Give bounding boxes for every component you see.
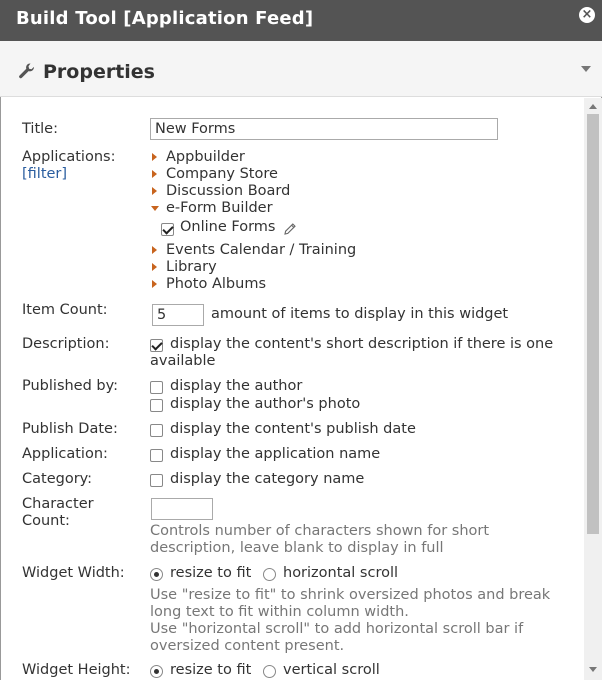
app-tree-item[interactable]: e-Form Builder	[166, 200, 273, 217]
char-count-input[interactable]	[151, 498, 213, 520]
char-count-label-wrap: Count:	[22, 513, 70, 529]
panel-title: Properties	[43, 61, 155, 83]
height-scroll-radio[interactable]	[263, 665, 276, 678]
height-resize-radio[interactable]	[150, 665, 163, 678]
properties-form: Title: New Forms Applications: [filter] …	[0, 98, 584, 680]
application-label: Application:	[22, 446, 108, 462]
author-checkbox[interactable]	[150, 381, 163, 394]
expand-arrow-icon[interactable]	[152, 170, 157, 178]
app-tree-item[interactable]: Library	[166, 259, 217, 276]
collapse-arrow-icon[interactable]	[151, 206, 159, 211]
filter-link[interactable]: [filter]	[22, 166, 67, 183]
category-label: Category:	[22, 471, 93, 487]
online-forms-checkbox[interactable]	[161, 223, 174, 236]
scroll-up-icon[interactable]	[589, 104, 597, 109]
expand-arrow-icon[interactable]	[152, 153, 157, 161]
publish-date-option: display the content's publish date	[170, 421, 416, 437]
description-label: Description:	[22, 336, 110, 352]
properties-header[interactable]: Properties	[0, 41, 602, 97]
wrench-icon	[19, 63, 34, 79]
window-title: Build Tool [Application Feed]	[16, 8, 314, 29]
char-count-help: Controls number of characters shown for …	[150, 523, 490, 539]
expand-arrow-icon[interactable]	[152, 280, 157, 288]
app-tree-item[interactable]: Discussion Board	[166, 183, 290, 200]
item-count-input[interactable]: 5	[152, 304, 204, 326]
description-option: display the content's short description …	[170, 336, 554, 352]
published-by-label: Published by:	[22, 378, 119, 394]
widget-width-label: Widget Width:	[22, 565, 125, 581]
item-count-label: Item Count:	[22, 302, 108, 318]
item-count-help: amount of items to display in this widge…	[211, 306, 509, 322]
category-checkbox[interactable]	[150, 474, 163, 487]
chevron-down-icon[interactable]	[581, 66, 591, 72]
widget-height-label: Widget Height:	[22, 662, 131, 678]
close-icon[interactable]: ×	[579, 7, 595, 23]
height-scroll-option: vertical scroll	[283, 662, 380, 678]
publish-date-checkbox[interactable]	[150, 424, 163, 437]
scroll-thumb[interactable]	[587, 114, 599, 534]
application-option: display the application name	[170, 446, 381, 462]
title-bar: Build Tool [Application Feed] ×	[0, 0, 602, 41]
pencil-icon[interactable]	[283, 222, 297, 236]
description-option-wrap: available	[150, 353, 216, 369]
width-help: oversized content present.	[150, 638, 345, 654]
char-count-help-wrap: description, leave blank to display in f…	[150, 540, 444, 556]
app-tree-item[interactable]: Photo Albums	[166, 276, 266, 293]
expand-arrow-icon[interactable]	[152, 263, 157, 271]
char-count-label: Character	[22, 496, 94, 512]
app-tree-item[interactable]: Events Calendar / Training	[166, 242, 356, 259]
publish-date-label: Publish Date:	[22, 421, 118, 437]
expand-arrow-icon[interactable]	[152, 246, 157, 254]
description-checkbox[interactable]	[150, 339, 163, 352]
app-tree-item[interactable]: Appbuilder	[166, 149, 245, 166]
category-option: display the category name	[170, 471, 365, 487]
height-resize-option: resize to fit	[170, 662, 252, 678]
width-scroll-radio[interactable]	[263, 568, 276, 581]
width-resize-radio[interactable]	[150, 568, 163, 581]
application-checkbox[interactable]	[150, 449, 163, 462]
author-option: display the author	[170, 378, 303, 394]
expand-arrow-icon[interactable]	[152, 187, 157, 195]
applications-label: Applications:	[22, 149, 116, 165]
width-scroll-option: horizontal scroll	[283, 565, 399, 581]
width-help: Use "resize to fit" to shrink oversized …	[150, 587, 551, 603]
width-resize-option: resize to fit	[170, 565, 252, 581]
author-photo-option: display the author's photo	[170, 396, 361, 412]
width-help: long text to fit within column width.	[150, 604, 409, 620]
scroll-down-icon[interactable]	[589, 667, 597, 672]
vertical-scrollbar[interactable]	[584, 98, 602, 680]
title-label: Title:	[22, 121, 58, 137]
app-tree-subitem[interactable]: Online Forms	[180, 219, 275, 236]
author-photo-checkbox[interactable]	[150, 399, 163, 412]
app-tree-item[interactable]: Company Store	[166, 166, 278, 183]
title-input[interactable]: New Forms	[150, 118, 498, 140]
width-help: Use "horizontal scroll" to add horizonta…	[150, 621, 524, 637]
